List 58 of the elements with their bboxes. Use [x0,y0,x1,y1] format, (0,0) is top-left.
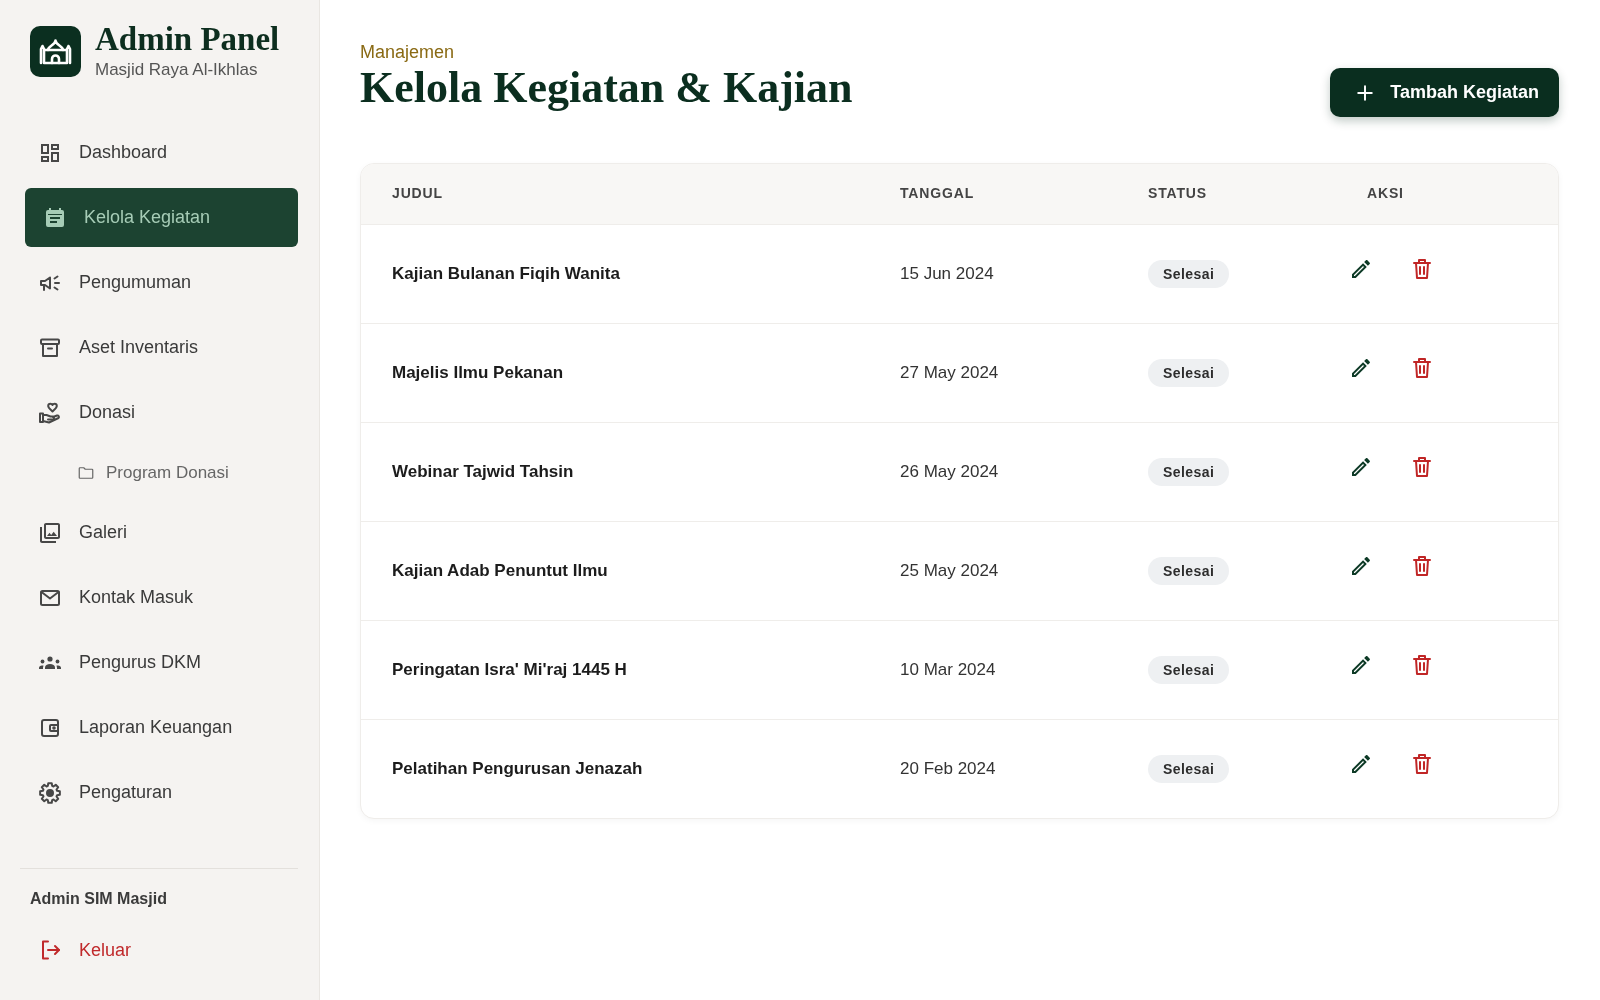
gear-icon [38,780,62,805]
trash-icon [1410,454,1434,479]
event-date: 10 Mar 2024 [900,659,996,679]
delete-button[interactable] [1410,553,1434,578]
sidebar-item[interactable]: Aset Inventaris [25,318,298,377]
trash-icon [1410,751,1434,776]
status-badge: Selesai [1148,754,1230,783]
trash-icon [1410,553,1434,578]
logout-link[interactable]: Keluar [25,925,298,975]
event-title: Peringatan Isra' Mi'raj 1445 H [392,659,627,679]
event-title: Majelis Ilmu Pekanan [392,362,563,382]
column-header: AKSI [1367,185,1404,202]
section-label: Manajemen [360,41,456,64]
brand-subtitle: Masjid Raya Al-Ikhlas [95,60,259,81]
page-title: Kelola Kegiatan & Kajian [360,64,853,112]
calendar-icon [43,205,67,230]
event-title: Webinar Tajwid Tahsin [392,461,574,481]
column-header: STATUS [1148,185,1207,202]
sidebar-item[interactable]: Galeri [25,503,298,562]
event-date: 15 Jun 2024 [900,263,994,283]
sidebar-item[interactable]: Kelola Kegiatan [25,188,298,247]
event-title: Kajian Bulanan Fiqih Wanita [392,263,620,283]
sidebar-item[interactable]: Pengumuman [25,253,298,312]
sidebar-subitem[interactable]: Program Donasi [25,448,298,497]
sidebar-item[interactable]: Kontak Masuk [25,568,298,627]
plus-icon [1356,83,1375,102]
status-badge: Selesai [1148,259,1230,288]
status-badge: Selesai [1148,457,1230,486]
trash-icon [1410,355,1434,380]
trash-icon [1410,652,1434,677]
event-date: 27 May 2024 [900,362,999,382]
event-title: Pelatihan Pengurusan Jenazah [392,759,643,778]
event-title: Kajian Adab Penuntut Ilmu [392,560,608,580]
sidebar-item[interactable]: Pengurus DKM [25,633,298,692]
sidebar-item[interactable]: Laporan Keuangan [25,698,298,757]
sidebar-item[interactable]: Pengaturan [25,763,298,822]
event-date: 20 Feb 2024 [900,759,996,778]
brand-title: Admin Panel [95,23,280,56]
status-badge: Selesai [1148,358,1230,387]
event-date: 25 May 2024 [900,560,999,580]
column-header: TANGGAL [900,185,975,202]
delete-button[interactable] [1410,256,1434,281]
add-activity-button[interactable]: Tambah Kegiatan [1330,68,1559,117]
delete-button[interactable] [1410,652,1434,677]
sidebar-item[interactable]: Dashboard [25,123,298,182]
status-badge: Selesai [1148,556,1230,585]
status-badge: Selesai [1148,655,1230,684]
photo-gallery-icon [38,520,62,545]
delete-button[interactable] [1410,751,1434,776]
hand-heart-icon [38,400,62,425]
column-header: JUDUL [392,185,443,202]
trash-icon [1410,256,1434,281]
delete-button[interactable] [1410,355,1434,380]
user-name: Admin SIM Masjid [29,889,168,909]
mosque-logo-icon [30,26,81,77]
event-date: 26 May 2024 [900,461,999,481]
delete-button[interactable] [1410,454,1434,479]
sidebar-item[interactable]: Donasi [25,383,298,442]
